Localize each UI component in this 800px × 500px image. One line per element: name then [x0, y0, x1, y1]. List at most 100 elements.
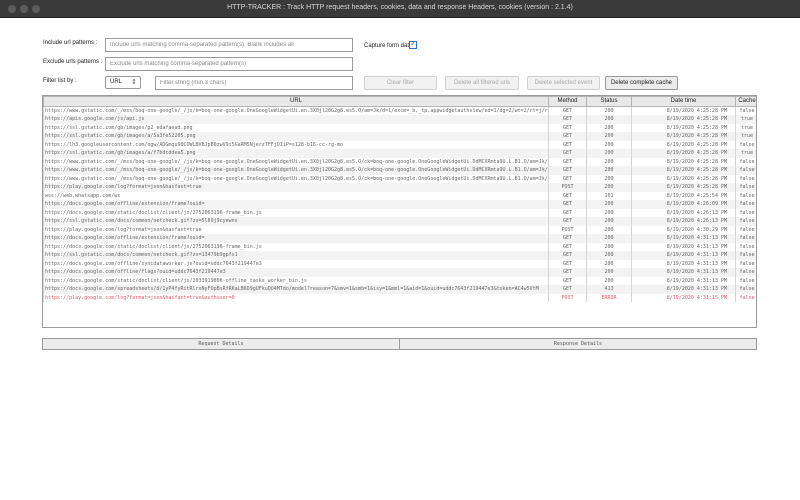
table-row[interactable]: https://ssl.gstatic.com/docs/common/netc… [43, 251, 756, 260]
table-row[interactable]: https://docs.google.com/static/doclist/c… [43, 242, 756, 251]
cell-cache: false [735, 251, 756, 260]
table-row[interactable]: https://ssl.gstatic.com/gb/images/p2_eda… [43, 123, 756, 132]
cell-cache: false [735, 157, 756, 166]
column-header-method[interactable]: Method [548, 96, 587, 107]
table-row[interactable]: https://lh3.googleusercontent.com/ogw/AD… [43, 140, 756, 149]
column-header-status[interactable]: Status [586, 96, 632, 107]
cell-method: GET [548, 106, 587, 115]
cell-url: https://docs.google.com/spreadsheets/d/1… [43, 285, 549, 294]
cell-status: 200 [586, 166, 632, 175]
table-row[interactable]: https://apis.google.com/js/api.js GET 200 8… [43, 115, 756, 124]
cell-date: 8/19/2020 4:25:28 PM [631, 174, 736, 183]
cell-cache: false [735, 268, 756, 277]
table-row[interactable]: https://play.google.com/log?format=json&… [43, 225, 756, 234]
cell-status: 200 [586, 115, 632, 124]
table-row[interactable]: https://docs.google.com/offline/flags?ou… [43, 268, 756, 277]
table-row[interactable]: https://ssl.gstatic.com/gb/images/a/5a3f… [43, 132, 756, 141]
cell-cache: false [735, 183, 756, 192]
cell-cache: false [735, 191, 756, 200]
cell-status: 200 [586, 217, 632, 226]
cell-date: 8/19/2020 4:26:13 PM [631, 208, 736, 217]
capture-form-label: Capture form data [364, 43, 413, 49]
table-row[interactable]: https://www.gstatic.com/_/mss/boq-one-go… [43, 157, 756, 166]
table-row[interactable]: https://www.gstatic.com/_/mss/boq-one-go… [43, 166, 756, 175]
column-header-cache[interactable]: Cache [735, 96, 756, 107]
cell-url: wss://web.whatsapp.com/ws [43, 191, 549, 200]
window-title: HTTP-TRACKER : Track HTTP request header… [227, 4, 573, 11]
cell-url: https://docs.google.com/static/doclist/c… [43, 242, 549, 251]
cell-method: GET [548, 140, 587, 149]
filter-string-input[interactable] [155, 76, 353, 90]
cell-cache: true [735, 115, 756, 124]
table-row[interactable]: https://docs.google.com/offline/extensio… [43, 234, 756, 243]
table-row[interactable]: https://docs.google.com/offline/syncdata… [43, 259, 756, 268]
cell-date: 8/19/2020 4:31:13 PM [631, 285, 736, 294]
delete-filtered-button[interactable]: Delete all filtered urls [445, 76, 519, 90]
chevron-updown-icon: ⇕ [131, 78, 137, 86]
table-row[interactable]: https://play.google.com/log?format=json&… [43, 183, 756, 192]
table-row[interactable]: https://ssl.gstatic.com/gb/images/a/f7bd… [43, 149, 756, 158]
cell-date: 8/19/2020 4:26:09 PM [631, 200, 736, 209]
cell-method: GET [548, 115, 587, 124]
cell-status: 200 [586, 251, 632, 260]
filter-label: Filter list by : [43, 78, 77, 84]
clear-filter-button[interactable]: Clear filter [364, 76, 437, 90]
cell-url: https://play.google.com/log?format=json&… [43, 293, 549, 302]
cell-method: GET [548, 208, 587, 217]
cell-date: 8/19/2020 4:31:15 PM [631, 293, 736, 302]
cell-url: https://docs.google.com/offline/extensio… [43, 234, 549, 243]
cell-cache: false [735, 106, 756, 115]
cell-date: 8/19/2020 4:25:28 PM [631, 115, 736, 124]
cell-method: POST [548, 183, 587, 192]
table-row[interactable]: https://www.gstatic.com/_/mss/boq-one-go… [43, 106, 756, 115]
table-row[interactable]: https://play.google.com/log?format=json&… [43, 293, 756, 302]
window-titlebar: HTTP-TRACKER : Track HTTP request header… [0, 0, 800, 18]
table-row[interactable]: https://docs.google.com/offline/extensio… [43, 200, 756, 209]
exclude-patterns-input[interactable] [105, 57, 353, 71]
cell-url: https://ssl.gstatic.com/docs/common/netc… [43, 251, 549, 260]
table-row[interactable]: wss://web.whatsapp.com/ws GET 101 8/19/2020… [43, 191, 756, 200]
cell-url: https://www.gstatic.com/_/mss/boq-one-go… [43, 174, 549, 183]
cell-date: 8/19/2020 4:25:28 PM [631, 106, 736, 115]
cell-url: https://lh3.googleusercontent.com/ogw/AD… [43, 140, 549, 149]
cell-url: https://docs.google.com/static/doclist/c… [43, 208, 549, 217]
cell-status: 200 [586, 200, 632, 209]
cell-url: https://ssl.gstatic.com/gb/images/p2_eda… [43, 123, 549, 132]
table-row[interactable]: https://www.gstatic.com/_/mss/boq-one-go… [43, 174, 756, 183]
cell-date: 8/19/2020 4:31:13 PM [631, 259, 736, 268]
cell-status: 200 [586, 208, 632, 217]
cell-url: https://apis.google.com/js/api.js [43, 115, 549, 124]
filter-select-value: URL [110, 79, 123, 85]
include-patterns-input[interactable] [105, 38, 353, 52]
cell-method: GET [548, 268, 587, 277]
filter-field-select[interactable]: URL ⇕ [105, 76, 141, 89]
request-details-tab[interactable]: Request Details [43, 339, 399, 349]
cell-status: 200 [586, 140, 632, 149]
cell-status: 200 [586, 174, 632, 183]
cell-date: 8/19/2020 4:30:29 PM [631, 225, 736, 234]
cell-url: https://www.gstatic.com/_/mss/boq-one-go… [43, 106, 549, 115]
cell-method: GET [548, 132, 587, 141]
cell-url: https://docs.google.com/static/doclist/c… [43, 276, 549, 285]
response-details-tab[interactable]: Response Details [399, 339, 756, 349]
capture-form-checkbox[interactable] [409, 39, 417, 49]
cell-date: 8/19/2020 4:25:28 PM [631, 140, 736, 149]
cell-date: 8/19/2020 4:25:54 PM [631, 191, 736, 200]
cell-cache: false [735, 276, 756, 285]
column-header-date-time[interactable]: Date time [631, 96, 736, 107]
cell-method: GET [548, 200, 587, 209]
delete-cache-button[interactable]: Delete complete cache [605, 76, 678, 90]
delete-selected-button[interactable]: Delete selected event [527, 76, 600, 90]
table-row[interactable]: https://ssl.gstatic.com/docs/common/netc… [43, 217, 756, 226]
cell-cache: false [735, 285, 756, 294]
table-body: https://www.gstatic.com/_/mss/boq-one-go… [43, 106, 756, 302]
cell-date: 8/19/2020 4:31:13 PM [631, 276, 736, 285]
table-row[interactable]: https://docs.google.com/static/doclist/c… [43, 208, 756, 217]
cell-cache: false [735, 293, 756, 302]
column-header-url[interactable]: URL [43, 96, 549, 107]
cell-method: GET [548, 149, 587, 158]
cell-cache: true [735, 123, 756, 132]
cell-status: 200 [586, 132, 632, 141]
table-row[interactable]: https://docs.google.com/static/doclist/c… [43, 276, 756, 285]
table-row[interactable]: https://docs.google.com/spreadsheets/d/1… [43, 285, 756, 294]
